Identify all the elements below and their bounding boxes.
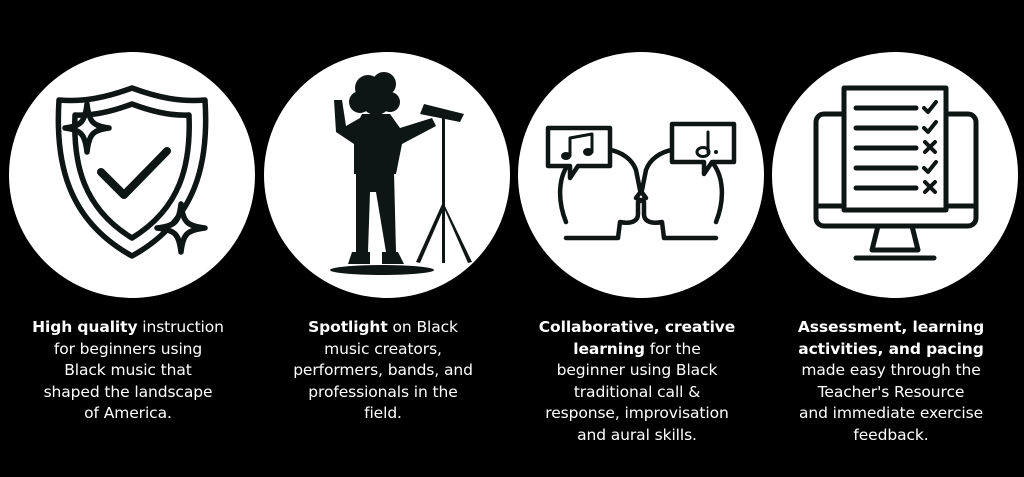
- feature-caption: Collaborative, creative learning for the…: [538, 318, 736, 444]
- monitor-checklist-icon: [813, 85, 979, 261]
- call-and-response-heads-icon: [545, 121, 737, 241]
- feature-card-collaborative: Collaborative, creative learning for the…: [509, 0, 765, 477]
- conductor-silhouette-icon: [330, 72, 472, 275]
- icon-circle: [264, 52, 510, 298]
- feature-card-quality: High quality instruction for beginners u…: [0, 0, 256, 477]
- icon-circle: [772, 52, 1018, 298]
- icon-circle: [9, 52, 255, 298]
- feature-card-assessment: Assessment, learning activities, and pac…: [763, 0, 1019, 477]
- feature-caption: Assessment, learning activities, and pac…: [797, 318, 985, 444]
- icon-circle: [518, 52, 764, 298]
- feature-caption: Spotlight on Black music creators, perfo…: [293, 318, 473, 422]
- shield-check-sparkle-icon: [55, 85, 209, 259]
- feature-caption: High quality instruction for beginners u…: [32, 318, 224, 422]
- feature-card-spotlight: Spotlight on Black music creators, perfo…: [255, 0, 511, 477]
